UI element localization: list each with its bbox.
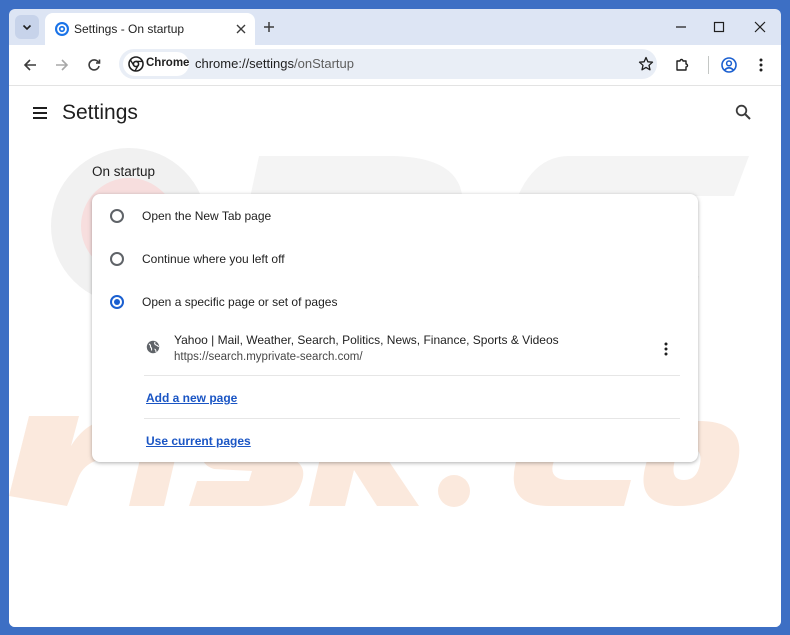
radio-label: Continue where you left off xyxy=(142,252,285,266)
main-menu-button[interactable] xyxy=(31,104,49,122)
menu-button[interactable] xyxy=(751,55,771,75)
startup-page-more-button[interactable] xyxy=(658,340,674,358)
back-button[interactable] xyxy=(20,55,40,75)
close-icon xyxy=(236,24,246,34)
browser-toolbar: Chrome chrome://settings/onStartup xyxy=(9,45,781,85)
globe-icon xyxy=(146,340,160,354)
extensions-button[interactable] xyxy=(672,55,692,75)
close-icon xyxy=(754,21,766,33)
profile-button[interactable] xyxy=(719,55,739,75)
account-circle-icon xyxy=(721,57,737,73)
page-title: Settings xyxy=(62,101,138,124)
arrow-left-icon xyxy=(23,59,36,71)
maximize-icon xyxy=(713,21,725,33)
arrow-right-icon xyxy=(56,59,69,71)
chip-label: Chrome xyxy=(146,57,190,69)
reload-icon xyxy=(88,59,101,71)
startup-page-entry: Yahoo | Mail, Weather, Search, Politics,… xyxy=(144,328,680,376)
tab-search-button[interactable] xyxy=(15,15,39,39)
more-vert-icon xyxy=(759,58,763,72)
plus-icon xyxy=(264,22,274,32)
tab-strip: Settings - On startup xyxy=(9,9,781,45)
chrome-logo-icon xyxy=(128,56,144,72)
settings-page: Settings On startup Open the New Tab pag… xyxy=(9,85,781,627)
section-title: On startup xyxy=(92,164,156,179)
radio-button-selected[interactable] xyxy=(110,295,124,309)
radio-option-continue[interactable]: Continue where you left off xyxy=(92,237,698,280)
toolbar-separator xyxy=(708,56,709,74)
search-icon xyxy=(735,104,751,120)
radio-option-new-tab[interactable]: Open the New Tab page xyxy=(92,194,698,237)
close-window-button[interactable] xyxy=(750,17,770,37)
radio-label: Open a specific page or set of pages xyxy=(142,295,338,309)
divider xyxy=(144,418,680,419)
maximize-button[interactable] xyxy=(709,17,729,37)
search-settings-button[interactable] xyxy=(733,102,753,122)
minimize-icon xyxy=(676,26,686,28)
radio-button[interactable] xyxy=(110,209,124,223)
tab-title: Settings - On startup xyxy=(74,22,185,36)
star-icon xyxy=(638,56,654,71)
add-new-page-link[interactable]: Add a new page xyxy=(146,391,237,405)
radio-button[interactable] xyxy=(110,252,124,266)
minimize-button[interactable] xyxy=(671,17,691,37)
puzzle-icon xyxy=(676,58,689,71)
site-info-chip[interactable]: Chrome xyxy=(123,52,189,76)
browser-window: Settings - On startup Chrome chrome://se… xyxy=(9,9,781,627)
forward-button[interactable] xyxy=(52,55,72,75)
use-current-pages-link[interactable]: Use current pages xyxy=(146,434,251,448)
tab-settings[interactable]: Settings - On startup xyxy=(45,13,255,45)
settings-gear-icon xyxy=(55,22,69,36)
url-path: /onStartup xyxy=(294,56,354,71)
startup-options-card: Open the New Tab page Continue where you… xyxy=(92,194,698,462)
bookmark-button[interactable] xyxy=(637,55,655,73)
new-tab-button[interactable] xyxy=(259,17,279,37)
more-vert-icon xyxy=(664,342,668,356)
hamburger-menu-icon xyxy=(33,107,47,119)
reload-button[interactable] xyxy=(84,55,104,75)
startup-page-url: https://search.myprivate-search.com/ xyxy=(174,351,363,363)
tab-close-button[interactable] xyxy=(233,21,249,37)
radio-option-specific-pages[interactable]: Open a specific page or set of pages xyxy=(92,280,698,323)
radio-label: Open the New Tab page xyxy=(142,209,272,223)
chevron-down-icon xyxy=(22,24,32,31)
url-host: chrome://settings xyxy=(195,56,294,71)
url-text: chrome://settings/onStartup xyxy=(195,56,354,71)
startup-page-title: Yahoo | Mail, Weather, Search, Politics,… xyxy=(174,333,559,347)
address-bar[interactable]: Chrome chrome://settings/onStartup xyxy=(119,49,657,79)
